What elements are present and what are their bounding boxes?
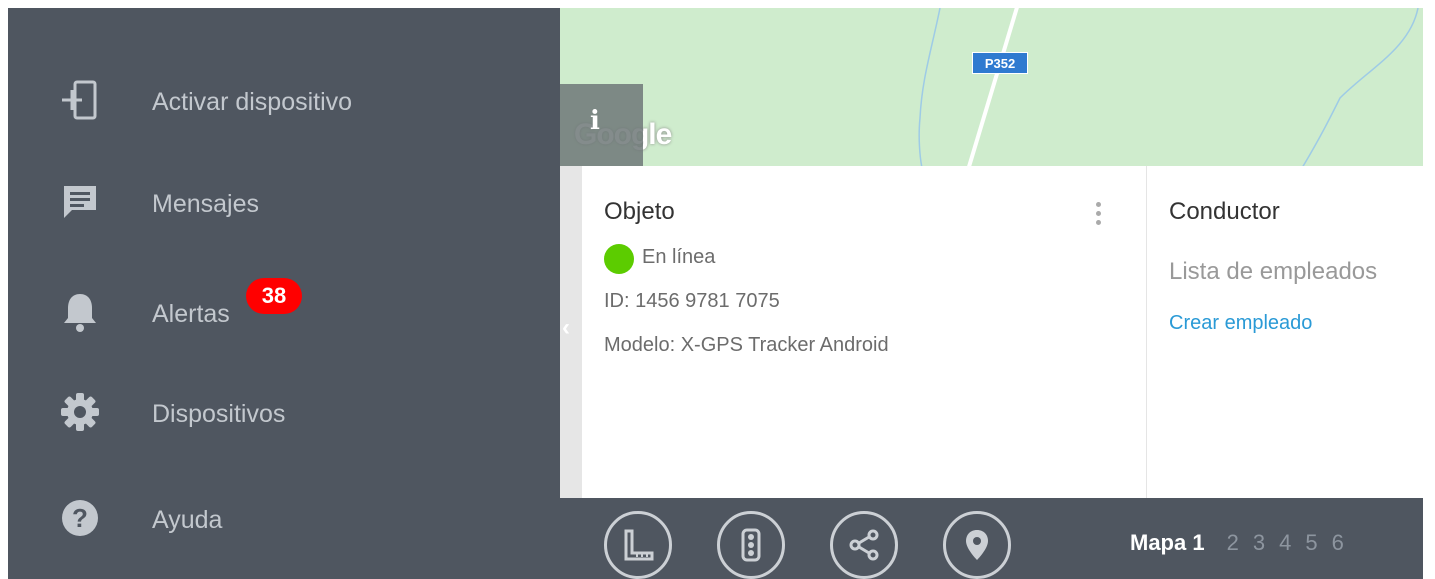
sidebar-item-mensajes[interactable]: Mensajes [8, 152, 560, 252]
sidebar-item-label: Alertas [152, 300, 230, 328]
create-employee-link[interactable]: Crear empleado [1169, 312, 1312, 335]
object-card: Objeto En línea ID: 1456 9781 7075 Model… [582, 166, 1147, 498]
map-view[interactable]: P352 Google i [560, 8, 1423, 166]
bell-icon [58, 290, 102, 334]
map-tab-5[interactable]: 5 [1305, 530, 1317, 556]
map-tab-1[interactable]: Mapa 1 [1130, 530, 1205, 556]
map-toolbar: Mapa 1 23456 [560, 498, 1423, 579]
login-device-icon [58, 78, 102, 122]
status-text: En línea [642, 246, 716, 268]
road-sign: P352 [972, 52, 1028, 74]
share-button[interactable] [830, 511, 898, 579]
ruler-button[interactable] [604, 511, 672, 579]
location-button[interactable] [943, 511, 1011, 579]
map-roads [918, 8, 1419, 166]
map-tab-3[interactable]: 3 [1253, 530, 1265, 556]
details-panel: ‹ Objeto En línea ID: 1456 9781 7075 Mod… [560, 166, 1423, 498]
sidebar-item-label: Ayuda [152, 506, 223, 534]
alerts-count-badge: 38 [246, 278, 302, 314]
employee-list-label: Lista de empleados [1169, 258, 1378, 285]
info-icon: i [590, 106, 600, 136]
sidebar-item-label: Activar dispositivo [152, 88, 353, 116]
more-options-icon[interactable] [1092, 202, 1104, 232]
location-pin-icon [966, 530, 988, 560]
map-tab-2[interactable]: 2 [1227, 530, 1239, 556]
map-tab-4[interactable]: 4 [1279, 530, 1291, 556]
map-tabs: Mapa 1 23456 [1130, 530, 1358, 556]
traffic-button[interactable] [717, 511, 785, 579]
gear-icon [58, 390, 102, 434]
map-info-button[interactable]: i [560, 84, 643, 166]
sidebar-item-activar-dispositivo[interactable]: Activar dispositivo [8, 50, 560, 150]
chevron-left-icon: ‹ [562, 314, 570, 341]
sidebar-item-dispositivos[interactable]: Dispositivos [8, 358, 560, 458]
driver-card: Conductor Lista de empleados Crear emple… [1147, 166, 1423, 498]
message-icon [58, 180, 102, 224]
ruler-icon [624, 529, 654, 561]
traffic-light-icon [741, 528, 761, 562]
sidebar-item-ayuda[interactable]: ? Ayuda [8, 462, 560, 562]
driver-card-title: Conductor [1169, 198, 1280, 225]
collapse-panel-handle[interactable]: ‹ [560, 166, 582, 498]
help-icon: ? [58, 496, 102, 540]
share-icon [849, 529, 879, 561]
app-frame: Activar dispositivo Mensajes Alertas Dis… [0, 0, 1435, 579]
sidebar-item-label: Dispositivos [152, 400, 286, 428]
online-status-dot [604, 244, 634, 274]
svg-text:?: ? [72, 503, 88, 533]
sidebar-item-label: Mensajes [152, 190, 259, 218]
device-id: ID: 1456 9781 7075 [604, 290, 780, 312]
sidebar: Activar dispositivo Mensajes Alertas Dis… [8, 8, 560, 579]
object-card-title: Objeto [604, 198, 675, 225]
device-model: Modelo: X-GPS Tracker Android [604, 334, 889, 356]
map-tab-6[interactable]: 6 [1332, 530, 1344, 556]
